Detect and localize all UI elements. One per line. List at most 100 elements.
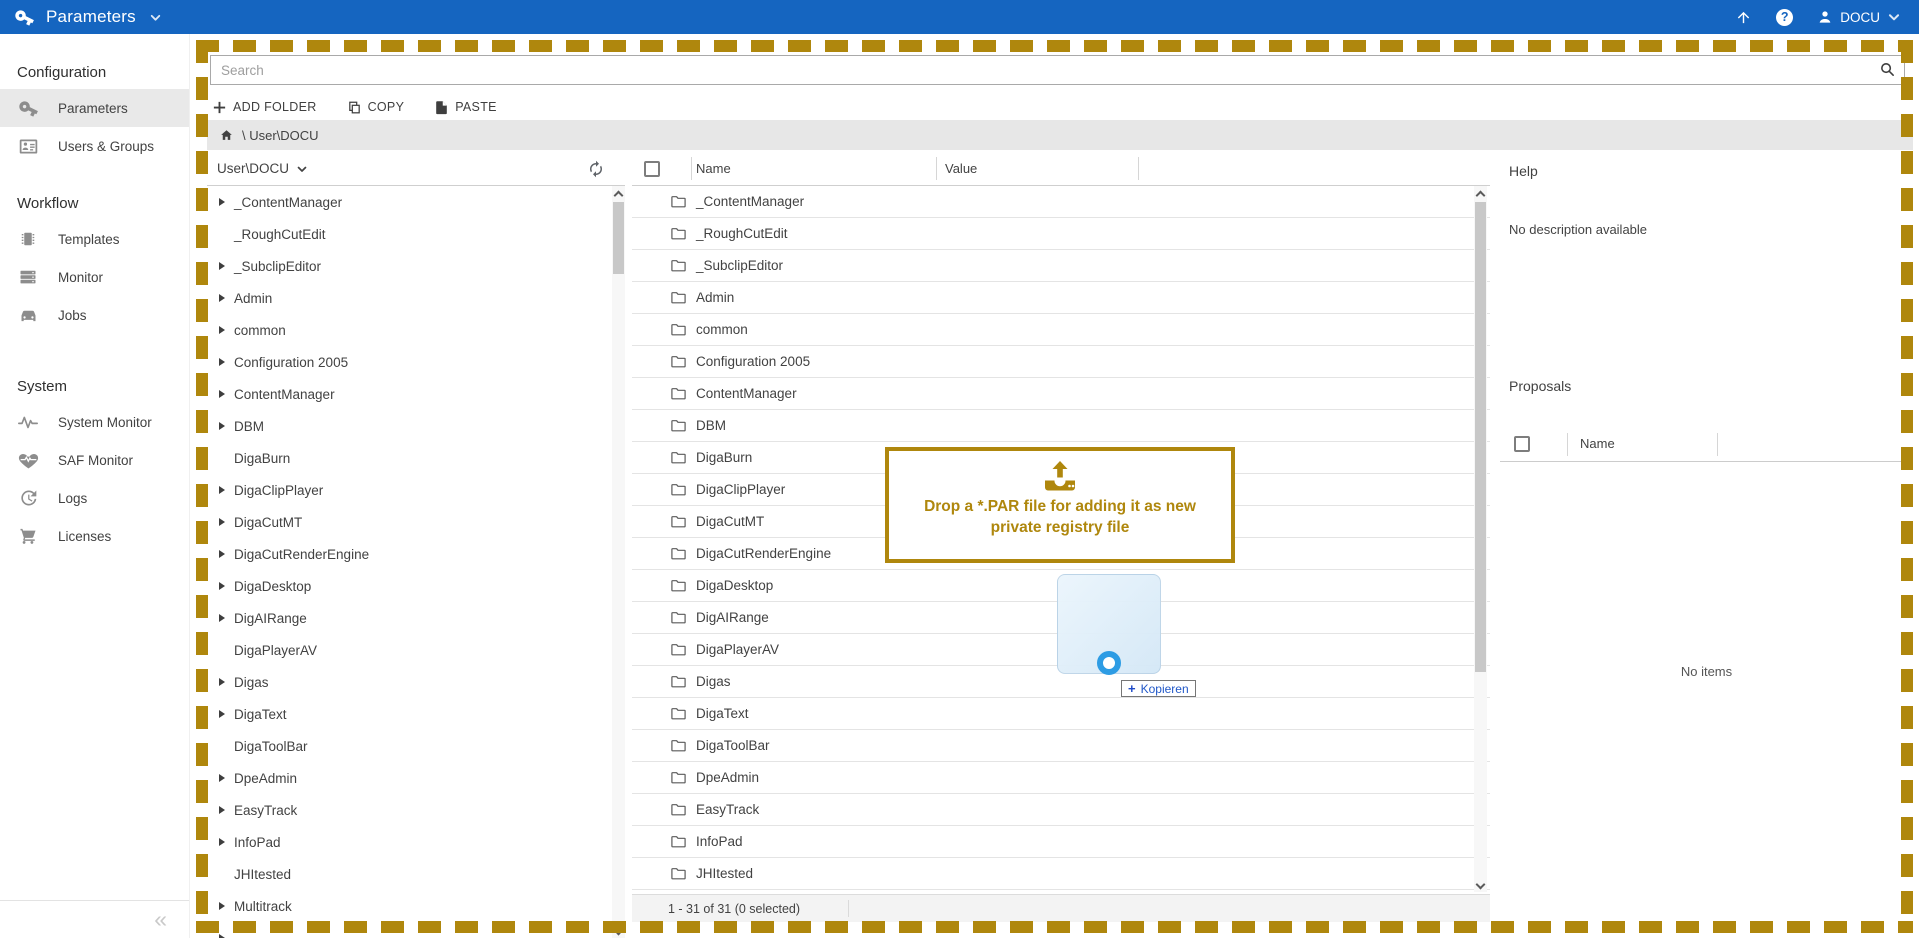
- sidebar-item-licenses[interactable]: Licenses: [0, 517, 189, 555]
- sidebar-item-logs[interactable]: Logs: [0, 479, 189, 517]
- column-header-value[interactable]: Value: [945, 161, 977, 176]
- collapse-sidebar-icon[interactable]: «: [154, 908, 167, 931]
- search-icon[interactable]: [1879, 61, 1896, 78]
- paste-button[interactable]: PASTE: [434, 100, 497, 115]
- table-row-digatoolbar[interactable]: DigaToolBar: [632, 730, 1490, 762]
- scroll-up-icon[interactable]: [1474, 186, 1487, 200]
- refresh-icon[interactable]: [587, 160, 605, 178]
- tree-item-digacutmt[interactable]: DigaCutMT: [207, 506, 612, 538]
- table-row-configuration-2005[interactable]: Configuration 2005: [632, 346, 1490, 378]
- table-row-dpeadmin[interactable]: DpeAdmin: [632, 762, 1490, 794]
- expand-caret-icon[interactable]: [215, 678, 229, 686]
- tree-item-item[interactable]: [207, 922, 612, 938]
- expand-caret-icon[interactable]: [215, 262, 229, 270]
- plus-icon: +: [1128, 681, 1136, 696]
- tree-item-dpeadmin[interactable]: DpeAdmin: [207, 762, 612, 794]
- tree-item-digaburn[interactable]: DigaBurn: [207, 442, 612, 474]
- table-row-digatext[interactable]: DigaText: [632, 698, 1490, 730]
- tree-root-selector[interactable]: User\DOCU: [207, 152, 625, 186]
- logs-icon: [17, 487, 39, 509]
- home-icon[interactable]: [219, 128, 234, 143]
- expand-caret-icon[interactable]: [215, 422, 229, 430]
- table-row-infopad[interactable]: InfoPad: [632, 826, 1490, 858]
- select-all-checkbox[interactable]: [644, 161, 660, 177]
- table-row-dbm[interactable]: DBM: [632, 410, 1490, 442]
- expand-caret-icon[interactable]: [215, 550, 229, 558]
- upload-icon[interactable]: [1735, 9, 1752, 26]
- user-menu[interactable]: DOCU: [1817, 9, 1901, 25]
- sidebar-item-users-groups[interactable]: Users & Groups: [0, 127, 189, 165]
- tree-item-roughcutedit[interactable]: _RoughCutEdit: [207, 218, 612, 250]
- scrollbar-thumb[interactable]: [613, 202, 624, 274]
- tree-item-label: InfoPad: [234, 835, 281, 850]
- tree-item-digaplayerav[interactable]: DigaPlayerAV: [207, 634, 612, 666]
- expand-caret-icon[interactable]: [215, 902, 229, 910]
- app-menu[interactable]: Parameters: [14, 7, 162, 28]
- copy-button[interactable]: COPY: [347, 100, 405, 115]
- table-row-contentmanager[interactable]: ContentManager: [632, 378, 1490, 410]
- table-row-roughcutedit[interactable]: _RoughCutEdit: [632, 218, 1490, 250]
- scroll-up-icon[interactable]: [612, 186, 625, 200]
- table-row-jhitested[interactable]: JHItested: [632, 858, 1490, 890]
- table-row-subclipeditor[interactable]: _SubclipEditor: [632, 250, 1490, 282]
- tree-item-admin[interactable]: Admin: [207, 282, 612, 314]
- drop-target-overlay[interactable]: Drop a *.PAR file for adding it as new p…: [885, 447, 1235, 563]
- sidebar-item-monitor[interactable]: Monitor: [0, 258, 189, 296]
- tree-item-digairange[interactable]: DigAIRange: [207, 602, 612, 634]
- tree-item-subclipeditor[interactable]: _SubclipEditor: [207, 250, 612, 282]
- table-row-easytrack[interactable]: EasyTrack: [632, 794, 1490, 826]
- expand-caret-icon[interactable]: [215, 326, 229, 334]
- tree-item-configuration-2005[interactable]: Configuration 2005: [207, 346, 612, 378]
- search-input[interactable]: [210, 55, 1905, 85]
- expand-caret-icon[interactable]: [215, 582, 229, 590]
- proposals-column-name[interactable]: Name: [1580, 436, 1615, 451]
- tree-item-multitrack[interactable]: Multitrack: [207, 890, 612, 922]
- expand-caret-icon[interactable]: [215, 710, 229, 718]
- tree-item-contentmanager[interactable]: _ContentManager: [207, 186, 612, 218]
- tree-item-easytrack[interactable]: EasyTrack: [207, 794, 612, 826]
- expand-caret-icon[interactable]: [215, 838, 229, 846]
- expand-caret-icon[interactable]: [215, 358, 229, 366]
- scroll-down-icon[interactable]: [612, 924, 625, 938]
- breadcrumb-path[interactable]: \ User\DOCU: [242, 128, 319, 143]
- expand-caret-icon[interactable]: [215, 486, 229, 494]
- sidebar-item-jobs[interactable]: Jobs: [0, 296, 189, 334]
- tree-item-infopad[interactable]: InfoPad: [207, 826, 612, 858]
- help-icon[interactable]: ?: [1776, 9, 1793, 26]
- sidebar-item-saf-monitor[interactable]: SAF Monitor: [0, 441, 189, 479]
- main-area: ADD FOLDER COPY PASTE \ User\DOCU User\DOC…: [190, 34, 1919, 938]
- tree-item-digatext[interactable]: DigaText: [207, 698, 612, 730]
- table-row-admin[interactable]: Admin: [632, 282, 1490, 314]
- proposals-select-all-checkbox[interactable]: [1514, 436, 1530, 452]
- tree-item-label: DpeAdmin: [234, 771, 297, 786]
- tree-item-digadesktop[interactable]: DigaDesktop: [207, 570, 612, 602]
- expand-caret-icon[interactable]: [215, 614, 229, 622]
- sidebar-item-system-monitor[interactable]: System Monitor: [0, 403, 189, 441]
- expand-caret-icon[interactable]: [215, 934, 229, 938]
- tree-item-contentmanager[interactable]: ContentManager: [207, 378, 612, 410]
- scroll-down-icon[interactable]: [1474, 878, 1487, 892]
- sidebar-item-parameters[interactable]: Parameters: [0, 89, 189, 127]
- table-row-common[interactable]: common: [632, 314, 1490, 346]
- expand-caret-icon[interactable]: [215, 806, 229, 814]
- tree-item-dbm[interactable]: DBM: [207, 410, 612, 442]
- tree-item-common[interactable]: common: [207, 314, 612, 346]
- tree-item-jhitested[interactable]: JHItested: [207, 858, 612, 890]
- tree-item-digatoolbar[interactable]: DigaToolBar: [207, 730, 612, 762]
- add-folder-button[interactable]: ADD FOLDER: [212, 100, 317, 115]
- tree-item-digaclipplayer[interactable]: DigaClipPlayer: [207, 474, 612, 506]
- column-header-name[interactable]: Name: [696, 161, 731, 176]
- scrollbar-thumb[interactable]: [1475, 202, 1486, 672]
- table-row-contentmanager[interactable]: _ContentManager: [632, 186, 1490, 218]
- expand-caret-icon[interactable]: [215, 774, 229, 782]
- expand-caret-icon[interactable]: [215, 518, 229, 526]
- folder-icon: [670, 705, 687, 722]
- expand-caret-icon[interactable]: [215, 390, 229, 398]
- sidebar-item-templates[interactable]: Templates: [0, 220, 189, 258]
- expand-caret-icon[interactable]: [215, 198, 229, 206]
- tree-item-digas[interactable]: Digas: [207, 666, 612, 698]
- tree-item-label: DigaCutMT: [234, 515, 302, 530]
- expand-caret-icon[interactable]: [215, 294, 229, 302]
- tree-item-digacutrenderengine[interactable]: DigaCutRenderEngine: [207, 538, 612, 570]
- proposals-title: Proposals: [1509, 378, 1571, 394]
